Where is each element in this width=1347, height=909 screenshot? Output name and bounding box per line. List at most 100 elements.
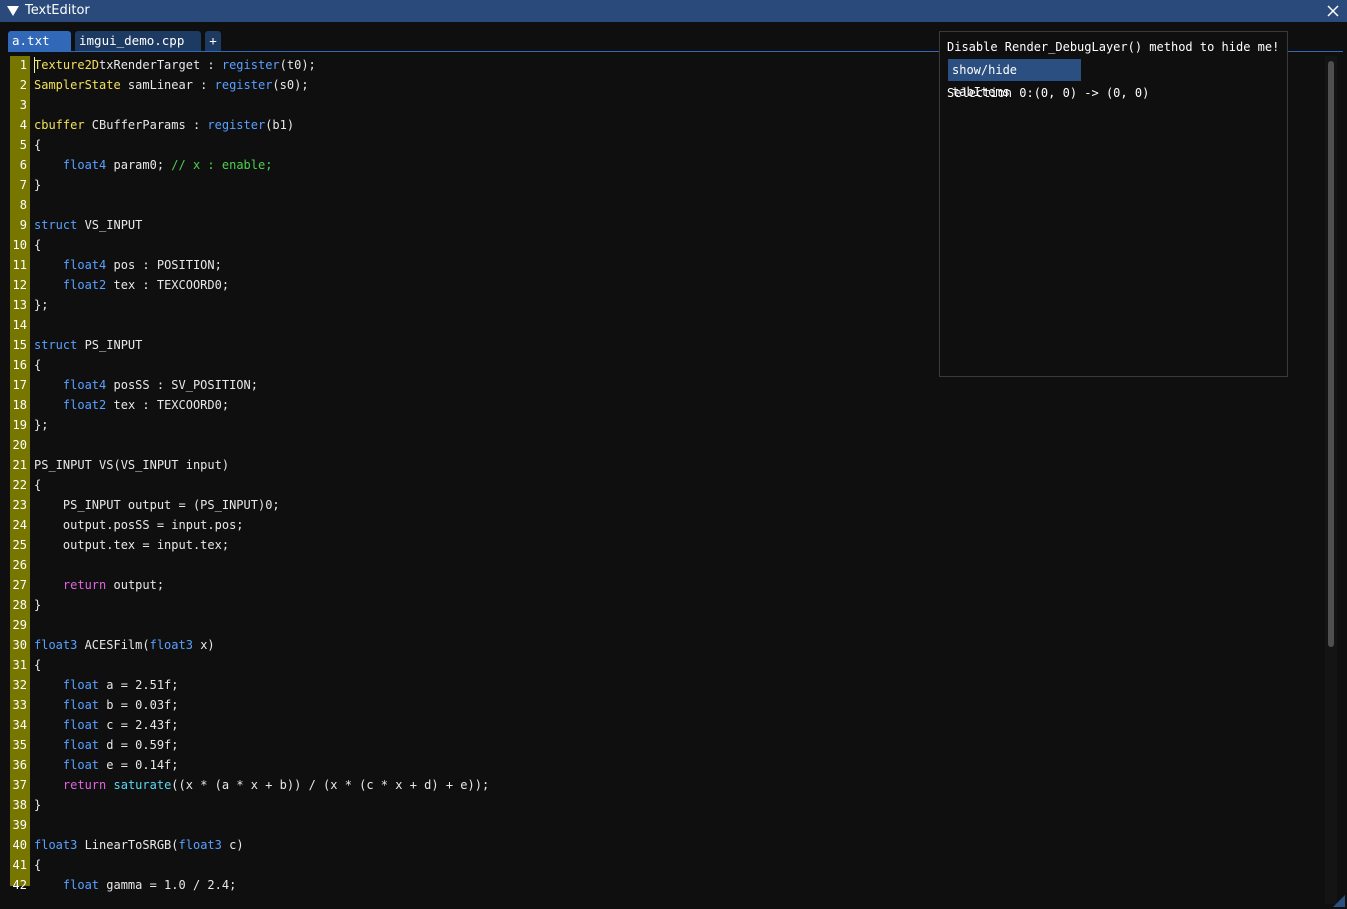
line-number: 7 — [19, 178, 27, 192]
code-line[interactable]: PS_INPUT VS(VS_INPUT input) — [34, 455, 229, 475]
code-line[interactable]: cbuffer CBufferParams : register(b1) — [34, 115, 294, 135]
code-line[interactable]: PS_INPUT output = (PS_INPUT)0; — [34, 495, 280, 515]
code-line[interactable]: output.posSS = input.pos; — [34, 515, 244, 535]
line-number: 19 — [12, 418, 27, 432]
line-number: 13 — [12, 298, 27, 312]
line-number: 17 — [12, 378, 27, 392]
code-line[interactable]: float3 ACESFilm(float3 x) — [34, 635, 215, 655]
code-token: float — [62, 758, 100, 772]
line-number: 38 — [12, 798, 27, 812]
vertical-scrollbar[interactable] — [1325, 56, 1337, 904]
code-token: samLinear : — [120, 78, 215, 92]
code-token: tex : TEXCOORD0; — [106, 278, 230, 292]
code-line[interactable]: float a = 2.51f; — [34, 675, 179, 695]
code-token: c) — [221, 838, 244, 852]
line-number: 15 — [12, 338, 27, 352]
line-number: 24 — [12, 518, 27, 532]
code-token: return — [62, 578, 107, 592]
close-icon[interactable] — [1326, 4, 1340, 18]
code-line[interactable]: float4 param0; // x : enable; — [34, 155, 273, 175]
line-number: 1 — [19, 58, 27, 72]
scrollbar-thumb[interactable] — [1328, 61, 1334, 647]
code-token: { — [34, 478, 42, 492]
title-bar[interactable]: TextEditor — [0, 0, 1347, 22]
resize-grip-icon[interactable] — [1333, 895, 1345, 907]
code-token: PS_INPUT output = (PS_INPUT)0; — [34, 498, 280, 512]
code-line[interactable]: struct VS_INPUT — [34, 215, 142, 235]
code-token: float — [62, 718, 100, 732]
code-token: struct — [34, 338, 78, 352]
line-number: 31 — [12, 658, 27, 672]
code-token: output; — [106, 578, 165, 592]
code-line[interactable]: }; — [34, 415, 48, 435]
collapse-triangle-icon[interactable] — [7, 6, 19, 16]
tab-a-txt[interactable]: a.txt — [8, 31, 71, 51]
code-line[interactable]: SamplerState samLinear : register(s0); — [34, 75, 309, 95]
code-token: b = 0.03f; — [99, 698, 179, 712]
code-line[interactable]: output.tex = input.tex; — [34, 535, 229, 555]
tab-imgui-demo-cpp[interactable]: imgui_demo.cpp — [75, 31, 201, 51]
show-hide-tabitems-button[interactable]: show/hide tabItems — [948, 59, 1081, 99]
code-line[interactable]: { — [34, 235, 41, 255]
code-line[interactable]: } — [34, 595, 41, 615]
code-line[interactable]: return saturate((x * (a * x + b)) / (x *… — [34, 775, 489, 795]
code-line[interactable]: { — [34, 135, 41, 155]
line-number: 36 — [12, 758, 27, 772]
code-line[interactable]: } — [34, 795, 41, 815]
code-line[interactable]: }; — [34, 295, 48, 315]
code-token: (b1) — [265, 118, 295, 132]
code-line[interactable]: { — [34, 655, 41, 675]
code-line[interactable]: float4 posSS : SV_POSITION; — [34, 375, 258, 395]
text-cursor — [34, 57, 35, 73]
code-line[interactable]: { — [34, 355, 41, 375]
add-tab-button[interactable]: + — [205, 31, 221, 51]
code-line[interactable]: float2 tex : TEXCOORD0; — [34, 275, 229, 295]
code-line[interactable]: float e = 0.14f; — [34, 755, 179, 775]
code-token: float4 — [62, 378, 107, 392]
code-token: gamma = 1.0 / 2.4; — [99, 878, 237, 892]
code-line[interactable]: float gamma = 1.0 / 2.4; — [34, 875, 236, 895]
line-number: 2 — [19, 78, 27, 92]
code-token: ACESFilm( — [77, 638, 150, 652]
code-line[interactable]: float3 LinearToSRGB(float3 c) — [34, 835, 244, 855]
line-number: 42 — [12, 878, 27, 892]
code-line[interactable]: float2 tex : TEXCOORD0; — [34, 395, 229, 415]
code-token: c = 2.43f; — [99, 718, 179, 732]
code-token: x) — [192, 638, 215, 652]
code-line[interactable]: { — [34, 475, 41, 495]
text-editor-window: TextEditor a.txt imgui_demo.cpp + 1 Textu… — [0, 0, 1347, 909]
code-token: register — [214, 78, 273, 92]
code-line[interactable]: } — [34, 175, 41, 195]
code-line[interactable]: return output; — [34, 575, 164, 595]
code-token: cbuffer — [34, 118, 85, 132]
selection-readout: Selection 0:(0, 0) -> (0, 0) — [947, 86, 1150, 100]
code-line[interactable]: float b = 0.03f; — [34, 695, 179, 715]
code-token: PS_INPUT VS(VS_INPUT input) — [34, 458, 230, 472]
line-number: 9 — [19, 218, 27, 232]
code-token: LinearToSRGB( — [77, 838, 179, 852]
code-token: float — [62, 678, 100, 692]
code-token: { — [34, 658, 42, 672]
code-token: { — [34, 858, 42, 872]
code-line[interactable]: float4 pos : POSITION; — [34, 255, 222, 275]
code-line[interactable]: struct PS_INPUT — [34, 335, 142, 355]
code-token: ((x * (a * x + b)) / (x * (c * x + d) + … — [171, 778, 490, 792]
code-token: e = 0.14f; — [99, 758, 179, 772]
code-token: float2 — [62, 398, 107, 412]
line-number: 6 — [19, 158, 27, 172]
code-token: pos : POSITION; — [106, 258, 222, 272]
code-line[interactable]: { — [34, 855, 41, 875]
code-line[interactable]: float d = 0.59f; — [34, 735, 179, 755]
code-token: output.posSS = input.pos; — [34, 518, 244, 532]
code-token: } — [34, 798, 42, 812]
code-line[interactable]: Texture2DtxRenderTarget : register(t0); — [34, 55, 316, 75]
code-token: register — [221, 58, 280, 72]
code-line[interactable]: float c = 2.43f; — [34, 715, 179, 735]
